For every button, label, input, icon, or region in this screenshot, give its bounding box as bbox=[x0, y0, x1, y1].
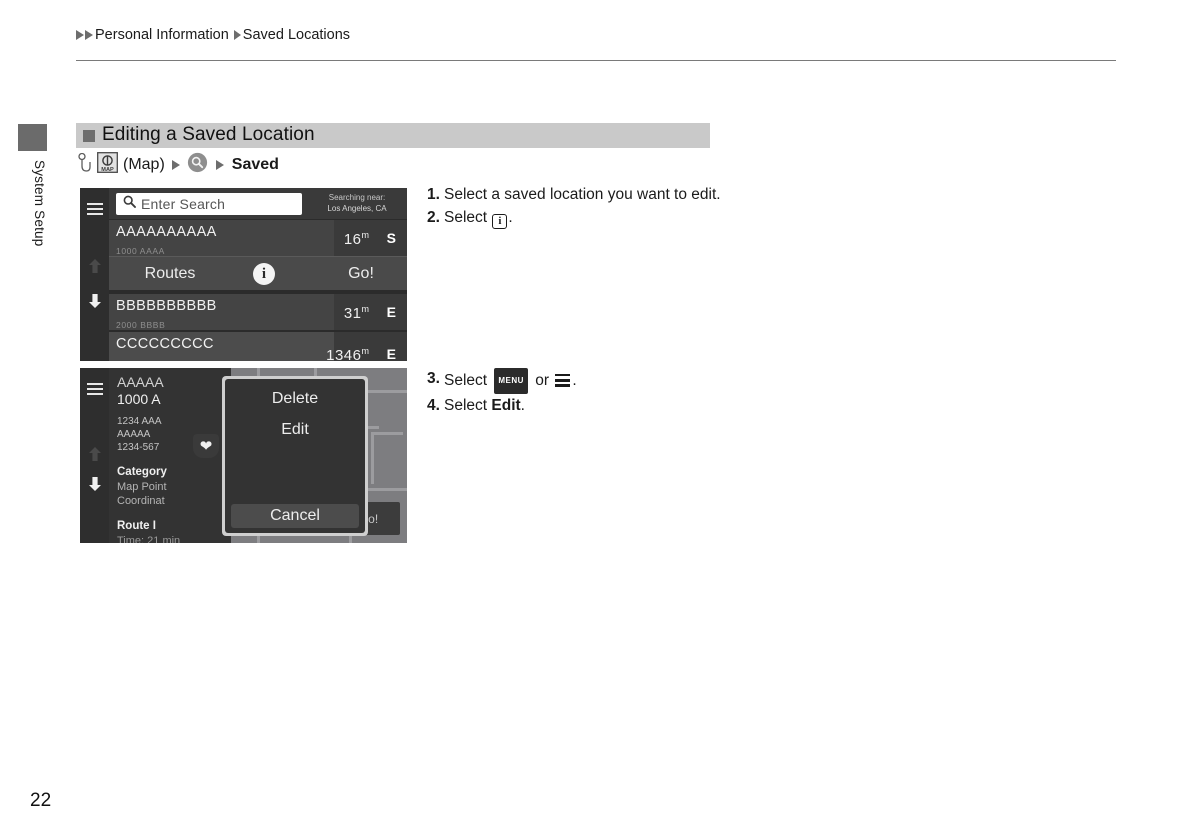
step-number: 2. bbox=[427, 209, 440, 226]
detail-route-info-label: Route I bbox=[117, 520, 156, 532]
context-menu-dialog: Delete Edit Cancel bbox=[222, 376, 368, 536]
instruction-step-4: 4. Select Edit. bbox=[427, 395, 727, 417]
info-button[interactable]: i bbox=[253, 263, 275, 285]
search-circle-icon bbox=[187, 152, 208, 178]
list-item-distance: 1346m bbox=[326, 346, 369, 361]
list-item-direction: E bbox=[386, 304, 396, 320]
step-text-before: Select bbox=[444, 372, 492, 389]
side-tab-marker bbox=[18, 124, 47, 151]
hamburger-menu-icon bbox=[555, 374, 571, 387]
list-item-direction: S bbox=[386, 230, 396, 246]
list-item-title: CCCCCCCCC bbox=[116, 336, 214, 352]
breadcrumb: Personal Information Saved Locations bbox=[76, 27, 351, 43]
list-item[interactable]: BBBBBBBBBB 2000 BBBB 31m E bbox=[109, 293, 407, 330]
list-item-subtitle: 2000 BBBB bbox=[116, 320, 166, 330]
instruction-steps-group-1: 1. Select a saved location you want to e… bbox=[427, 184, 727, 230]
manual-page: System Setup Personal Information Saved … bbox=[0, 0, 1191, 840]
page-title: Editing a Saved Location bbox=[102, 123, 315, 145]
device-left-rail bbox=[80, 368, 109, 543]
finger-press-icon bbox=[78, 152, 91, 178]
step-number: 3. bbox=[427, 370, 440, 387]
search-placeholder-text: Enter Search bbox=[141, 196, 226, 212]
search-icon bbox=[123, 195, 136, 213]
nav-path-arrow-icon bbox=[171, 160, 180, 170]
step-text: Select i. bbox=[444, 207, 727, 229]
hamburger-menu-icon[interactable] bbox=[87, 383, 103, 395]
map-button-icon: MAP bbox=[97, 152, 118, 178]
breadcrumb-item-saved-locations: Saved Locations bbox=[242, 27, 351, 43]
device-screenshot-saved-list: Enter Search Searching near: Los Angeles… bbox=[80, 188, 407, 361]
page-number: 22 bbox=[30, 790, 52, 811]
step-number: 1. bbox=[427, 186, 440, 203]
scroll-down-arrow-icon[interactable] bbox=[88, 293, 102, 309]
list-item-distance: 31m bbox=[343, 304, 369, 322]
detail-category-value-coordinates: Coordinat bbox=[117, 495, 165, 507]
menu-button-icon: MENU bbox=[494, 368, 528, 394]
step-text: Select Edit. bbox=[444, 395, 727, 417]
scroll-up-arrow-icon[interactable] bbox=[88, 446, 102, 462]
section-heading-band: Editing a Saved Location bbox=[76, 123, 710, 148]
step-number: 4. bbox=[427, 397, 440, 414]
action-bar: Routes i Go! bbox=[109, 256, 407, 290]
breadcrumb-arrow-icon bbox=[76, 30, 84, 40]
device-left-rail bbox=[80, 188, 109, 361]
saved-location-heart-marker[interactable]: ❤ bbox=[193, 434, 219, 458]
edit-menu-item[interactable]: Edit bbox=[225, 421, 365, 439]
breadcrumb-arrow-icon bbox=[85, 30, 93, 40]
navigation-path: MAP (Map) Saved bbox=[78, 152, 279, 178]
device-screenshot-edit-dialog: ❤ Torrance 190th Ave Go! AAAAA 1000 A 12… bbox=[80, 368, 407, 543]
routes-button[interactable]: Routes bbox=[112, 257, 228, 290]
context-menu-body: Delete Edit Cancel bbox=[225, 379, 365, 533]
detail-route-time: Time: 21 min bbox=[117, 535, 181, 543]
side-tab-label: System Setup bbox=[32, 160, 47, 247]
search-input[interactable]: Enter Search bbox=[116, 193, 302, 215]
detail-title-line1: AAAAA bbox=[117, 374, 164, 390]
step-text-after: . bbox=[520, 397, 525, 414]
list-item-title: AAAAAAAAAA bbox=[116, 224, 217, 240]
breadcrumb-item-personal-information: Personal Information bbox=[95, 27, 229, 43]
info-icon: i bbox=[492, 214, 508, 229]
detail-category-value-map-point: Map Point bbox=[117, 481, 167, 493]
list-item-direction: E bbox=[386, 346, 396, 361]
step-text-middle: or bbox=[530, 372, 554, 389]
instruction-step-3: 3. Select MENU or . bbox=[427, 368, 727, 394]
detail-category-label: Category bbox=[117, 466, 167, 478]
breadcrumb-arrow-icon bbox=[233, 30, 241, 40]
list-item[interactable]: CCCCCCCCC 1346m E bbox=[109, 331, 407, 361]
nav-path-saved-label: Saved bbox=[231, 156, 279, 173]
go-button[interactable]: Go! bbox=[319, 257, 403, 290]
section-bullet-icon bbox=[83, 129, 95, 142]
step-text-after: . bbox=[572, 372, 577, 389]
detail-address-line2: AAAAA bbox=[117, 429, 151, 440]
list-item-title: BBBBBBBBBB bbox=[116, 298, 217, 314]
header-divider bbox=[76, 60, 1116, 61]
cancel-button[interactable]: Cancel bbox=[231, 504, 359, 528]
nav-path-arrow-icon bbox=[215, 160, 224, 170]
detail-address-line1: 1234 AAA bbox=[117, 416, 162, 427]
list-item-subtitle: 1000 AAAA bbox=[116, 246, 165, 256]
step-emphasis-edit: Edit bbox=[491, 397, 521, 414]
list-item[interactable]: AAAAAAAAAA 1000 AAAA 16m S bbox=[109, 219, 407, 256]
nav-path-map-label: (Map) bbox=[123, 156, 165, 173]
step-text-before: Select bbox=[444, 397, 492, 414]
searching-near-title: Searching near: bbox=[328, 193, 386, 202]
scroll-up-arrow-icon[interactable] bbox=[88, 258, 102, 274]
step-text-before: Select bbox=[444, 209, 492, 226]
step-text-after: . bbox=[508, 209, 513, 226]
instruction-steps-group-2: 3. Select MENU or . 4. Select Edit. bbox=[427, 368, 727, 418]
step-text: Select a saved location you want to edit… bbox=[444, 186, 721, 203]
step-text: Select MENU or . bbox=[444, 368, 727, 394]
scroll-down-arrow-icon[interactable] bbox=[88, 476, 102, 492]
instruction-step-2: 2. Select i. bbox=[427, 207, 727, 229]
instruction-step-1: 1. Select a saved location you want to e… bbox=[427, 184, 727, 206]
search-header-bar: Enter Search Searching near: Los Angeles… bbox=[109, 188, 407, 219]
searching-near-label: Searching near: Los Angeles, CA bbox=[311, 192, 403, 214]
detail-title-line2: 1000 A bbox=[117, 391, 161, 407]
delete-menu-item[interactable]: Delete bbox=[225, 390, 365, 408]
list-item-distance: 16m bbox=[343, 230, 369, 248]
svg-text:MAP: MAP bbox=[101, 167, 114, 173]
searching-near-city: Los Angeles, CA bbox=[327, 204, 387, 213]
detail-address-line3: 1234-567 bbox=[117, 442, 160, 453]
hamburger-menu-icon[interactable] bbox=[87, 203, 103, 215]
